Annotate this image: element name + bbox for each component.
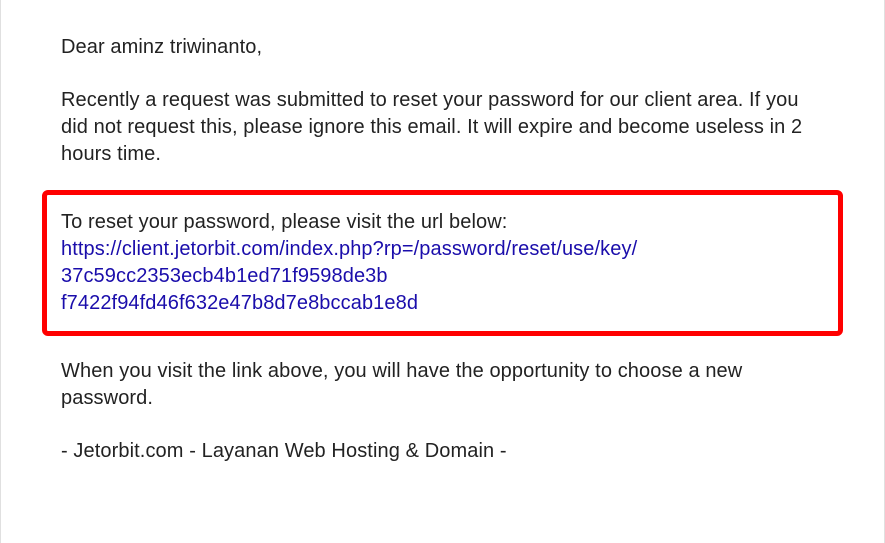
reset-section: To reset your password, please visit the…: [61, 209, 822, 317]
highlighted-reset-box: To reset your password, please visit the…: [42, 190, 843, 336]
reset-url-part1: https://client.jetorbit.com/index.php?rp…: [61, 238, 637, 260]
reset-instruction-text: To reset your password, please visit the…: [61, 211, 507, 233]
greeting-text: Dear aminz triwinanto,: [61, 34, 824, 61]
followup-text: When you visit the link above, you will …: [61, 358, 824, 412]
password-reset-link[interactable]: https://client.jetorbit.com/index.php?rp…: [61, 238, 637, 314]
intro-text: Recently a request was submitted to rese…: [61, 87, 824, 168]
email-body: Dear aminz triwinanto, Recently a reques…: [1, 0, 884, 495]
reset-url-part2: 37c59cc2353ecb4b1ed71f9598de3b: [61, 265, 388, 287]
signature-text: - Jetorbit.com - Layanan Web Hosting & D…: [61, 438, 824, 465]
reset-url-part3: f7422f94fd46f632e47b8d7e8bccab1e8d: [61, 292, 418, 314]
